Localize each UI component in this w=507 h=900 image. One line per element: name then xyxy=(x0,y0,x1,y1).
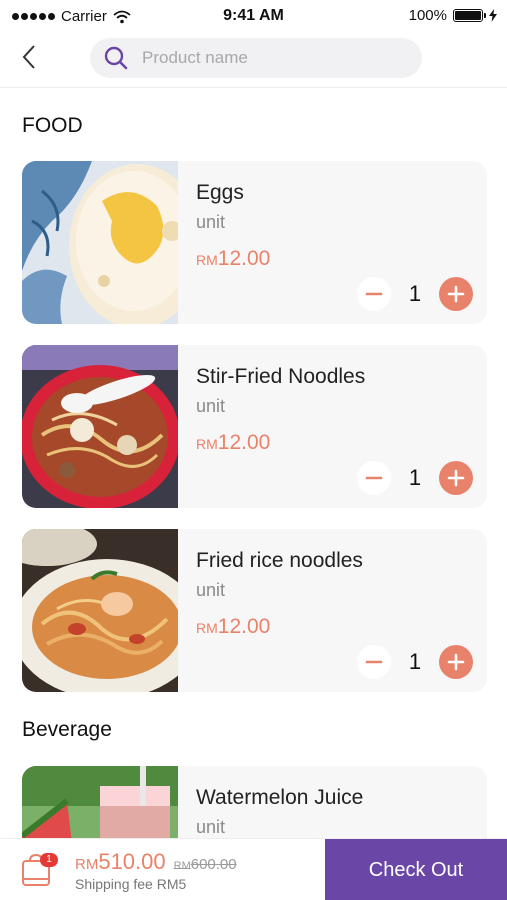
quantity-stepper: 1 xyxy=(357,277,473,311)
product-card-eggs[interactable]: Eggs unit RM12.00 1 xyxy=(22,161,487,324)
price-currency: RM xyxy=(196,620,218,636)
increase-button[interactable] xyxy=(439,461,473,495)
product-unit: unit xyxy=(196,212,226,232)
price-value: 12.00 xyxy=(217,247,271,270)
quantity-value: 1 xyxy=(408,281,422,306)
battery-icon xyxy=(453,9,486,22)
price-currency: RM xyxy=(196,252,218,268)
quantity-value: 1 xyxy=(408,465,422,490)
total-value: 510.00 xyxy=(98,849,166,874)
quantity-stepper: 1 xyxy=(357,461,473,495)
original-total: RM600.00 xyxy=(174,856,237,873)
search-bar[interactable] xyxy=(90,38,422,78)
price-value: 12.00 xyxy=(217,615,271,638)
checkout-button[interactable]: Check Out xyxy=(325,839,507,900)
shipping-fee: Shipping fee RM5 xyxy=(75,876,187,892)
header xyxy=(0,32,507,88)
chevron-left-icon xyxy=(22,45,35,69)
product-name: Fried rice noodles xyxy=(196,549,363,572)
product-card-stir-fried-noodles[interactable]: Stir-Fried Noodles unit RM12.00 1 xyxy=(22,345,487,508)
product-name: Watermelon Juice xyxy=(196,786,364,809)
minus-icon xyxy=(365,292,383,296)
product-image-fried-rice-noodles xyxy=(22,529,178,692)
status-bar: Carrier 9:41 AM 100% xyxy=(0,0,507,32)
total-line: RM510.00 RM600.00 xyxy=(75,849,237,875)
plus-icon xyxy=(447,469,465,487)
product-unit: unit xyxy=(196,817,226,837)
quantity-value: 1 xyxy=(408,649,422,674)
price-currency: RM xyxy=(196,436,218,452)
battery-percent: 100% xyxy=(408,7,447,24)
product-unit: unit xyxy=(196,396,226,416)
charging-icon xyxy=(489,9,497,22)
search-input[interactable] xyxy=(142,48,392,68)
price-value: 12.00 xyxy=(217,431,271,454)
status-right: 100% xyxy=(409,7,497,24)
product-image-eggs xyxy=(22,161,178,324)
quantity-stepper: 1 xyxy=(357,645,473,679)
decrease-button[interactable] xyxy=(357,277,391,311)
product-card-fried-rice-noodles[interactable]: Fried rice noodles unit RM12.00 1 xyxy=(22,529,487,692)
minus-icon xyxy=(365,476,383,480)
increase-button[interactable] xyxy=(439,277,473,311)
product-unit: unit xyxy=(196,580,226,600)
product-price: RM12.00 xyxy=(196,431,270,455)
plus-icon xyxy=(447,653,465,671)
minus-icon xyxy=(365,660,383,664)
decrease-button[interactable] xyxy=(357,461,391,495)
total-currency: RM xyxy=(75,856,99,873)
original-currency: RM xyxy=(173,860,191,872)
original-value: 600.00 xyxy=(190,856,237,873)
increase-button[interactable] xyxy=(439,645,473,679)
product-price: RM12.00 xyxy=(196,615,270,639)
product-name: Stir-Fried Noodles xyxy=(196,365,366,388)
decrease-button[interactable] xyxy=(357,645,391,679)
product-name: Eggs xyxy=(196,181,244,204)
search-icon xyxy=(104,46,128,70)
section-title-food: FOOD xyxy=(22,114,83,137)
checkout-bar: 1 RM510.00 RM600.00 Shipping fee RM5 Che… xyxy=(0,838,507,900)
cart-total: RM510.00 xyxy=(75,849,166,875)
plus-icon xyxy=(447,285,465,303)
back-button[interactable] xyxy=(14,42,44,72)
product-image-stir-fried-noodles xyxy=(22,345,178,508)
cart-badge: 1 xyxy=(40,853,58,867)
product-price: RM12.00 xyxy=(196,247,270,271)
section-title-beverage: Beverage xyxy=(22,718,112,741)
